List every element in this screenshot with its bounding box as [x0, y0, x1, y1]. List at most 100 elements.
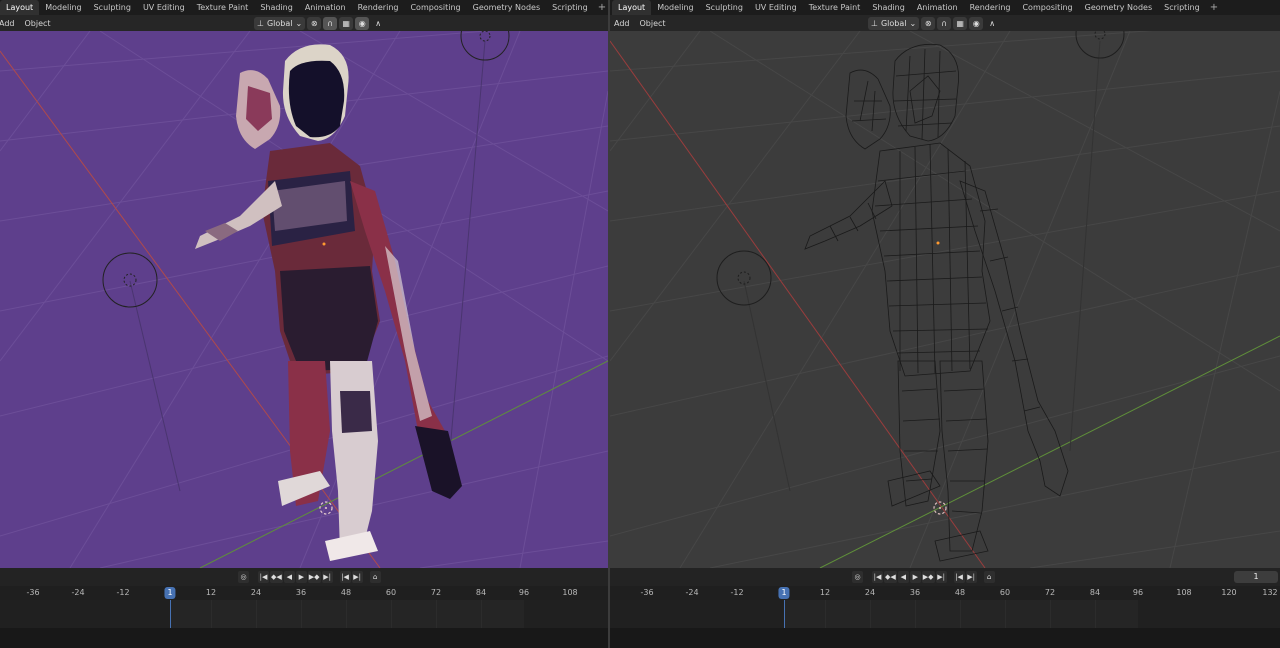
snapping-toggle[interactable]: ∩	[937, 16, 952, 30]
play-reverse-button[interactable]: ◀	[283, 571, 295, 583]
tab-shading[interactable]: Shading	[254, 0, 299, 15]
tab-modeling[interactable]: Modeling	[651, 0, 699, 15]
falloff-button[interactable]: ∧	[985, 17, 999, 30]
frame-tick: -24	[685, 588, 699, 597]
tab-sculpting[interactable]: Sculpting	[700, 0, 749, 15]
snapping-toggle[interactable]: ∩	[323, 16, 338, 30]
grid-icon: ▦	[956, 18, 964, 28]
3d-viewport-textured[interactable]	[0, 31, 608, 568]
menu-add[interactable]: Add	[610, 19, 635, 28]
keying-icon: ⌂	[986, 573, 992, 581]
auto-key-button[interactable]: ◎	[852, 571, 863, 583]
frame-tick: 120	[1221, 588, 1237, 597]
transform-orientation-dropdown[interactable]: ⊥ Global ⌄	[254, 16, 306, 30]
status-bar	[0, 628, 608, 648]
pivot-icon: ⊗	[924, 18, 932, 28]
grid-icon: ▦	[342, 18, 350, 28]
tab-rendering[interactable]: Rendering	[352, 0, 405, 15]
snap-target-button[interactable]: ▦	[339, 16, 354, 30]
viewport-canvas	[610, 31, 1280, 568]
play-reverse-button[interactable]: ◀	[897, 571, 909, 583]
timeline-track[interactable]	[0, 600, 608, 628]
jump-to-end-icon: ▶|	[937, 573, 945, 581]
prev-frame-button[interactable]: |◀	[953, 571, 965, 583]
tab-rendering[interactable]: Rendering	[964, 0, 1017, 15]
jump-start-button[interactable]: |◀	[258, 571, 269, 583]
keying-set-button[interactable]: ⌂	[983, 571, 995, 583]
play-button[interactable]: ▶	[909, 571, 921, 583]
next-keyframe-button[interactable]: ▶◆	[307, 571, 321, 583]
falloff-button[interactable]: ∧	[371, 17, 385, 30]
prev-keyframe-button[interactable]: ◆◀	[270, 571, 283, 583]
playhead-line	[170, 600, 171, 628]
proportional-editing-toggle[interactable]: ◉	[355, 16, 370, 30]
tab-animation[interactable]: Animation	[911, 0, 964, 15]
tab-layout[interactable]: Layout	[0, 0, 40, 15]
tab-scripting[interactable]: Scripting	[1158, 0, 1206, 15]
tab-uv-editing[interactable]: UV Editing	[137, 0, 191, 15]
frame-tick: 96	[1132, 588, 1144, 597]
current-frame-indicator[interactable]: 1	[778, 587, 790, 599]
timeline-ruler[interactable]: -36 -24 -12 1 12 24 36 48 60 72 84 96 10…	[0, 586, 608, 600]
auto-key-button[interactable]: ◎	[238, 571, 249, 583]
jump-end-button[interactable]: ▶|	[935, 571, 947, 583]
frame-tick: 36	[295, 588, 307, 597]
frame-tick: 12	[819, 588, 831, 597]
menu-object[interactable]: Object	[635, 19, 671, 28]
tab-geometry-nodes[interactable]: Geometry Nodes	[1079, 0, 1158, 15]
pivot-point-button[interactable]: ⊗	[921, 16, 936, 30]
menu-add[interactable]: Add	[0, 19, 20, 28]
next-frame-button[interactable]: ▶|	[351, 571, 363, 583]
next-frame-button[interactable]: ▶|	[965, 571, 977, 583]
transform-orientation-dropdown[interactable]: ⊥ Global ⌄	[868, 16, 920, 30]
proportional-editing-toggle[interactable]: ◉	[969, 16, 984, 30]
frame-tick: 24	[250, 588, 262, 597]
tab-animation[interactable]: Animation	[299, 0, 352, 15]
frame-tick: 60	[385, 588, 397, 597]
tab-sculpting[interactable]: Sculpting	[88, 0, 137, 15]
keying-set-button[interactable]: ⌂	[369, 571, 381, 583]
timeline-track[interactable]	[610, 600, 1280, 628]
play-reverse-icon: ◀	[900, 573, 906, 581]
frame-tick: -12	[116, 588, 130, 597]
play-reverse-icon: ◀	[286, 573, 292, 581]
falloff-icon: ∧	[989, 18, 996, 28]
frame-tick: 108	[562, 588, 578, 597]
prev-frame-button[interactable]: |◀	[339, 571, 351, 583]
next-keyframe-icon: ▶◆	[308, 573, 320, 581]
current-frame-field[interactable]: 1	[1234, 571, 1278, 583]
pivot-point-button[interactable]: ⊗	[307, 16, 322, 30]
3d-viewport-wireframe[interactable]	[610, 31, 1280, 568]
current-frame-indicator[interactable]: 1	[164, 587, 176, 599]
jump-to-start-icon: |◀	[259, 573, 268, 581]
step-back-icon: |◀	[955, 573, 963, 581]
tab-compositing[interactable]: Compositing	[1016, 0, 1078, 15]
next-keyframe-button[interactable]: ▶◆	[921, 571, 935, 583]
play-button[interactable]: ▶	[295, 571, 307, 583]
timeline-ruler[interactable]: -36 -24 -12 1 12 24 36 48 60 72 84 96 10…	[610, 586, 1280, 600]
jump-end-button[interactable]: ▶|	[321, 571, 333, 583]
tab-scripting[interactable]: Scripting	[546, 0, 594, 15]
add-workspace-button[interactable]: +	[1206, 0, 1222, 15]
left-workspace: Layout Modeling Sculpting UV Editing Tex…	[0, 0, 608, 648]
tab-shading[interactable]: Shading	[866, 0, 911, 15]
tab-modeling[interactable]: Modeling	[39, 0, 87, 15]
frame-tick: 132	[1262, 588, 1278, 597]
frame-tick: 24	[864, 588, 876, 597]
jump-to-end-icon: ▶|	[323, 573, 331, 581]
tab-compositing[interactable]: Compositing	[404, 0, 466, 15]
menu-object[interactable]: Object	[20, 19, 56, 28]
workspace-tabs: Layout Modeling Sculpting UV Editing Tex…	[0, 0, 608, 15]
tab-geometry-nodes[interactable]: Geometry Nodes	[467, 0, 546, 15]
frame-tick: 12	[205, 588, 217, 597]
prev-keyframe-button[interactable]: ◆◀	[884, 571, 897, 583]
snap-target-button[interactable]: ▦	[953, 16, 968, 30]
frame-tick: 84	[475, 588, 487, 597]
jump-start-button[interactable]: |◀	[872, 571, 883, 583]
tab-layout[interactable]: Layout	[612, 0, 652, 15]
add-workspace-button[interactable]: +	[594, 0, 608, 15]
tab-uv-editing[interactable]: UV Editing	[749, 0, 803, 15]
tab-texture-paint[interactable]: Texture Paint	[191, 0, 255, 15]
keying-icon: ⌂	[372, 573, 378, 581]
tab-texture-paint[interactable]: Texture Paint	[803, 0, 867, 15]
